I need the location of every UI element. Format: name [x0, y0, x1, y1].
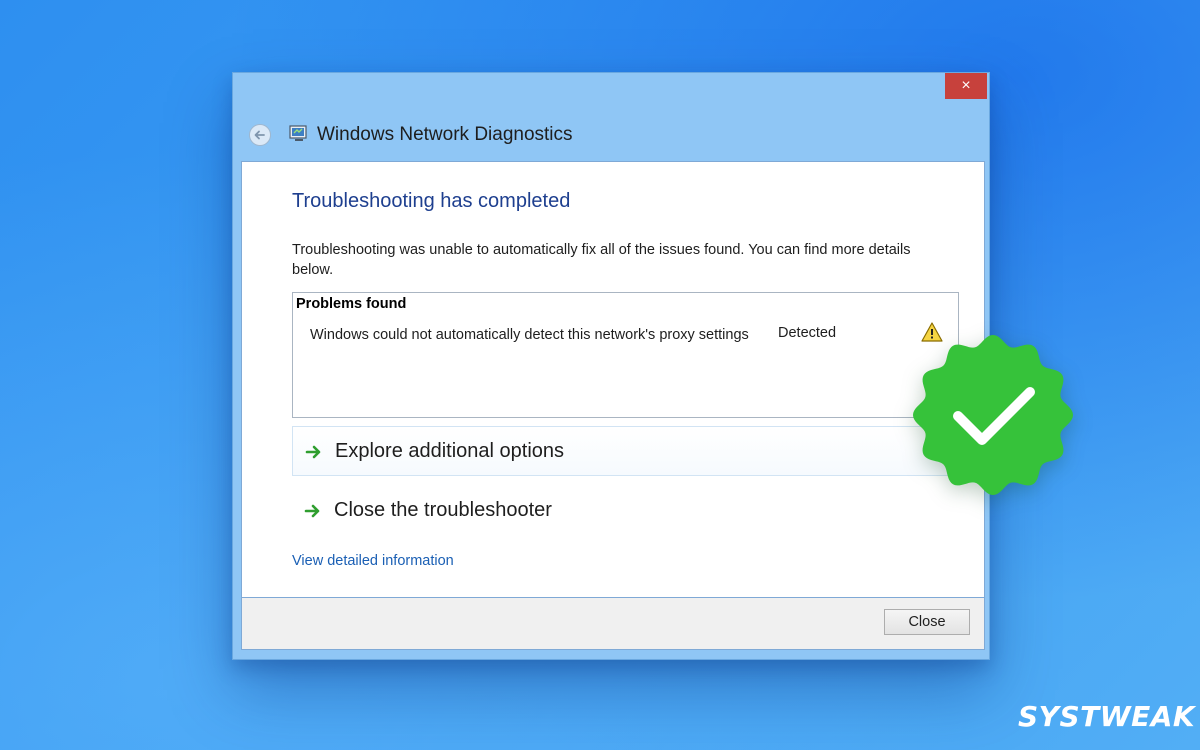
- problems-list: Problems found Windows could not automat…: [292, 292, 959, 418]
- view-detailed-information-link[interactable]: View detailed information: [292, 553, 454, 569]
- back-arrow-icon: [254, 130, 265, 140]
- description-text: Troubleshooting was unable to automatica…: [292, 242, 911, 278]
- explore-options-label: Explore additional options: [335, 440, 565, 462]
- problem-status: Detected: [778, 325, 837, 341]
- systweak-logo: SYSTWEAK: [1018, 700, 1196, 733]
- dialog-footer: Close: [241, 598, 985, 650]
- network-diagnostics-icon: [289, 125, 307, 141]
- window-close-button[interactable]: ×: [945, 73, 987, 99]
- content-panel: Troubleshooting has completed Troublesho…: [241, 161, 985, 598]
- back-button[interactable]: [249, 124, 271, 146]
- close-button[interactable]: Close: [884, 609, 970, 635]
- page-title: Troubleshooting has completed: [292, 190, 571, 212]
- problem-description: Windows could not automatically detect t…: [310, 327, 749, 343]
- green-arrow-icon: [305, 445, 321, 459]
- diagnostics-window: × Windows Network Diagnostics Troublesho…: [232, 72, 990, 660]
- window-title: Windows Network Diagnostics: [317, 124, 573, 145]
- close-troubleshooter-button[interactable]: Close the troubleshooter: [292, 486, 959, 536]
- green-arrow-icon: [304, 504, 320, 518]
- explore-options-button[interactable]: Explore additional options: [292, 426, 959, 476]
- check-badge-icon: [913, 335, 1073, 495]
- close-troubleshooter-label: Close the troubleshooter: [334, 499, 552, 521]
- problems-header: Problems found: [296, 296, 407, 312]
